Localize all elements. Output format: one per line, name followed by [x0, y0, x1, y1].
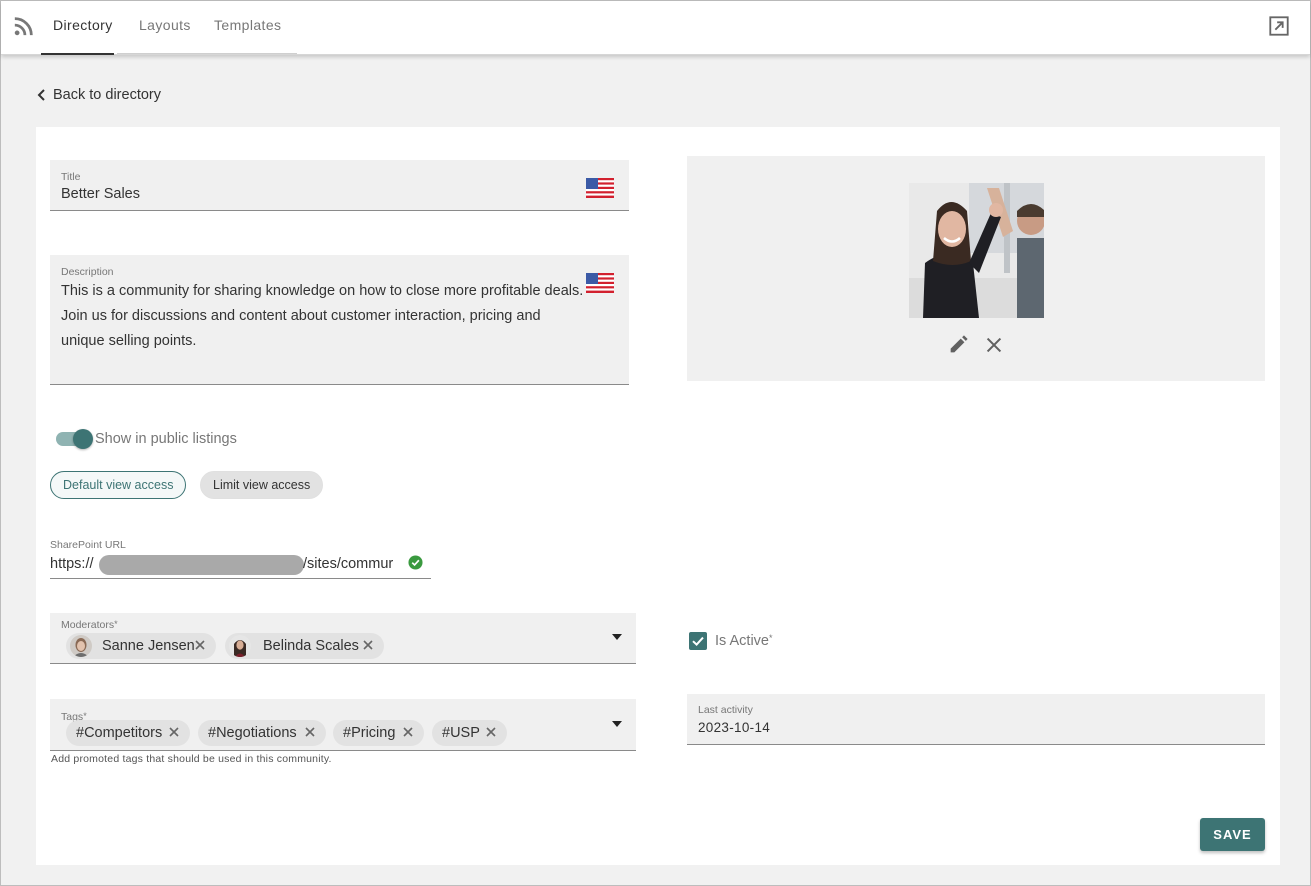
title-label: Title: [61, 171, 81, 183]
is-active-checkbox[interactable]: [689, 632, 707, 650]
moderator-name: Sanne Jensen: [102, 638, 195, 654]
moderator-chip-belinda-scales[interactable]: Belinda Scales: [225, 633, 384, 659]
back-to-directory-link[interactable]: Back to directory: [35, 85, 161, 105]
moderator-name: Belinda Scales: [263, 638, 359, 654]
tag-chip[interactable]: #Competitors: [66, 720, 190, 746]
remove-chip-icon[interactable]: [168, 726, 180, 738]
tag-chip[interactable]: #Negotiations: [198, 720, 326, 746]
sharepoint-url-prefix: https://: [50, 556, 94, 572]
default-view-access-button[interactable]: Default view access: [50, 471, 187, 499]
us-flag-icon[interactable]: [586, 273, 614, 293]
remove-chip-icon[interactable]: [304, 726, 316, 738]
chevron-left-icon: [37, 89, 45, 101]
moderator-chip-sanne-jensen[interactable]: Sanne Jensen: [66, 633, 216, 659]
avatar: [229, 635, 251, 657]
checkbox-check-icon: [692, 636, 704, 647]
tag-label: #Competitors: [76, 725, 163, 741]
edit-icon[interactable]: [947, 334, 969, 356]
remove-chip-icon[interactable]: [485, 726, 497, 738]
last-activity-value: 2023-10-14: [698, 720, 771, 735]
limit-view-access-button[interactable]: Limit view access: [200, 471, 324, 499]
tag-label: #Negotiations: [208, 725, 297, 741]
check-circle-icon: [408, 555, 423, 570]
toggle-knob: [73, 429, 93, 449]
is-active-label: Is Active*: [715, 633, 773, 649]
community-photo: [909, 183, 1044, 318]
redacted-domain: [99, 555, 304, 575]
tab-templates[interactable]: Templates: [214, 1, 281, 55]
save-button[interactable]: SAVE: [1200, 818, 1265, 851]
remove-chip-icon[interactable]: [194, 639, 206, 651]
tag-label: #Pricing: [343, 725, 396, 741]
title-value: Better Sales: [61, 186, 140, 202]
us-flag-icon[interactable]: [586, 178, 614, 198]
last-activity-label: Last activity: [698, 704, 753, 716]
tag-chip[interactable]: #Pricing: [333, 720, 424, 746]
tags-select[interactable]: Tags* #Competitors #Negotiations #Pricin…: [50, 699, 636, 751]
description-field[interactable]: Description This is a community for shar…: [50, 255, 629, 385]
last-activity-field[interactable]: Last activity 2023-10-14: [687, 694, 1265, 745]
close-icon[interactable]: [983, 334, 1005, 356]
tag-label: #USP: [442, 725, 480, 741]
sharepoint-url-input[interactable]: https:// /sites/commur: [50, 551, 431, 579]
remove-chip-icon[interactable]: [362, 639, 374, 651]
rss-icon[interactable]: [13, 15, 35, 37]
description-value: This is a community for sharing knowledg…: [61, 283, 584, 349]
sharepoint-url-suffix: /sites/commur: [303, 556, 394, 572]
description-label: Description: [61, 266, 114, 278]
popout-icon[interactable]: [1268, 15, 1290, 37]
tab-directory[interactable]: Directory: [41, 1, 114, 55]
sharepoint-url-label: SharePoint URL: [50, 539, 126, 551]
tab-layouts[interactable]: Layouts: [139, 1, 191, 55]
top-navigation: Directory Layouts Templates: [1, 1, 1310, 55]
moderators-select[interactable]: Moderators* Sanne Jensen Belinda Scales: [50, 613, 636, 664]
tag-chip[interactable]: #USP: [432, 720, 507, 746]
back-link-label: Back to directory: [53, 87, 161, 103]
remove-chip-icon[interactable]: [402, 726, 414, 738]
tab-divider: [117, 53, 297, 54]
title-field[interactable]: Title Better Sales: [50, 160, 629, 211]
tags-helper-text: Add promoted tags that should be used in…: [51, 753, 332, 765]
moderators-label: Moderators*: [61, 619, 118, 631]
public-listing-label: Show in public listings: [95, 431, 237, 447]
chevron-down-icon[interactable]: [612, 721, 622, 727]
community-edit-card: Title Better Sales Description This is a…: [36, 127, 1280, 865]
chevron-down-icon[interactable]: [612, 634, 622, 640]
community-image-panel: [687, 156, 1265, 381]
public-listing-toggle[interactable]: [56, 429, 93, 449]
avatar: [70, 635, 92, 657]
